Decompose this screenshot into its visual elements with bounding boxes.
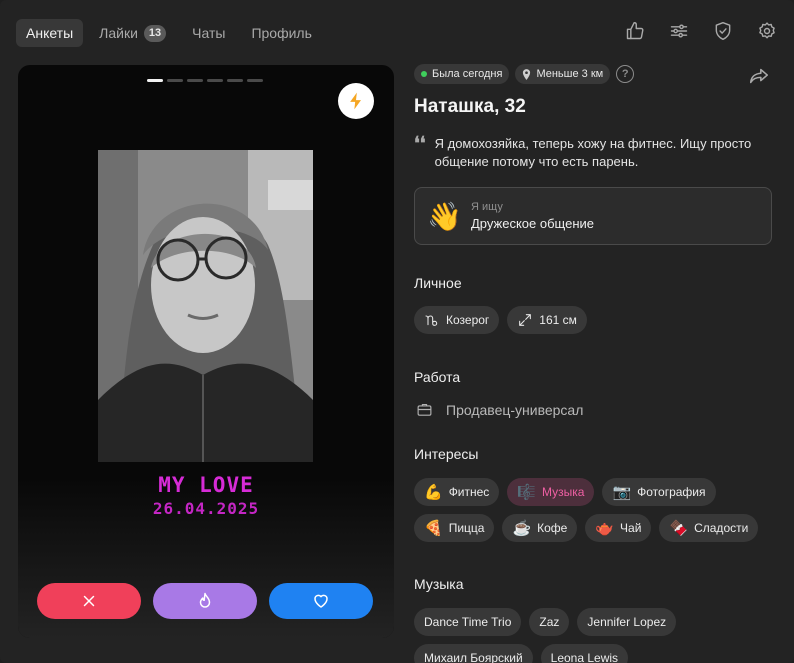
interest-emoji-icon: 🎼 [517,483,536,501]
dislike-button[interactable] [37,583,141,619]
close-icon [83,595,95,607]
music-tags: Dance Time Trio Zaz Jennifer Lopez Михаи… [414,608,714,663]
interest-emoji-icon: 🍕 [424,519,443,537]
interest-tag: 💪 Фитнес [414,478,500,506]
swipe-actions [37,583,373,619]
music-artist-tag: Jennifer Lopez [577,608,677,636]
tab-chats[interactable]: Чаты [182,19,235,47]
work-value: Продавец-универсал [446,401,584,418]
section-title-personal: Личное [414,275,462,291]
profile-photo [98,150,313,462]
interest-tag: 📷 Фотография [602,478,716,506]
photo-dot[interactable] [247,79,263,82]
tab-label: Анкеты [26,25,74,41]
interest-tag-matched: 🎼 Музыка [507,478,595,506]
section-title-interests: Интересы [414,446,479,462]
app-window: Анкеты Лайки 13 Чаты Профиль MY LOVE 26.… [0,0,794,663]
interest-tag: 🫖 Чай [585,514,652,542]
bio-text: Я домохозяйка, теперь хожу на фитнес. Ищ… [434,136,752,169]
photo-caption-title: MY LOVE [158,473,254,497]
tab-profile[interactable]: Профиль [241,19,321,47]
interest-label: Чай [620,521,642,535]
height-icon [519,314,532,326]
tab-label: Чаты [192,25,226,41]
interest-label: Сладости [694,521,749,535]
tab-ankety[interactable]: Анкеты [16,19,84,47]
interest-label: Фотография [637,485,706,499]
online-status-badge: Была сегодня [414,64,510,84]
profile-details: Была сегодня Меньше 3 км ? Наташка, 32 ❛… [414,63,776,663]
capricorn-icon [425,315,438,326]
gear-icon[interactable] [756,20,778,42]
tab-label: Лайки [99,25,138,41]
interest-tags: 💪 Фитнес 🎼 Музыка 📷 Фотография 🍕 Пицца ☕ Кофе… [414,478,764,542]
interest-label: Пицца [448,521,485,535]
help-icon[interactable]: ? [616,65,635,83]
photo-dot[interactable] [167,79,183,82]
profile-bio: ❛❛ Я домохозяйка, теперь хожу на фитнес.… [414,135,776,171]
thumb-up-icon[interactable] [624,20,646,42]
personal-tags: Козерог 161 см [414,306,587,334]
quote-icon: ❛❛ [414,133,426,154]
waving-hand-icon: 👋 [427,200,462,232]
distance-text: Меньше 3 км [536,68,604,80]
height-label: 161 см [539,313,577,327]
music-artist-tag: Leona Lewis [540,644,629,663]
profile-name: Наташка, 32 [414,96,526,117]
interest-tag: ☕ Кофе [502,514,578,542]
zodiac-tag: Козерог [414,306,500,334]
interest-tag: 🍕 Пицца [414,514,495,542]
briefcase-icon [417,403,432,416]
distance-badge: Меньше 3 км [515,64,611,84]
filters-icon[interactable] [668,20,690,42]
top-nav: Анкеты Лайки 13 Чаты Профиль [16,19,328,47]
interest-emoji-icon: ☕ [512,519,532,537]
tab-likes[interactable]: Лайки 13 [89,19,176,47]
flame-icon [199,592,211,608]
heart-icon [314,594,328,608]
interest-emoji-icon: 📷 [612,483,632,501]
location-pin-icon [522,68,531,80]
photo-caption-date: 26.04.2025 [152,499,260,518]
music-artist-tag: Михаил Боярский [414,644,533,663]
status-text: Была сегодня [432,68,503,80]
work-row: Продавец-универсал [416,401,583,418]
interest-emoji-icon: 💪 [424,483,443,501]
section-title-work: Работа [414,369,461,385]
photo-dot[interactable] [227,79,243,82]
photo-dot[interactable] [207,79,223,82]
interest-label: Фитнес [448,485,490,499]
photo-pagination [147,79,263,82]
interest-label: Кофе [537,521,568,535]
photo-dot[interactable] [187,79,203,82]
top-toolbar [624,20,778,42]
profile-photo-card[interactable]: MY LOVE 26.04.2025 [18,65,394,638]
section-title-music: Музыка [414,576,464,592]
interest-tag: 🍫 Сладости [659,514,759,542]
interest-label: Музыка [542,485,585,499]
likes-count-badge: 13 [143,24,167,42]
looking-for-label: Я ищу [471,201,503,213]
like-button[interactable] [269,583,373,619]
share-icon[interactable] [748,65,770,87]
photo-dot[interactable] [147,79,163,82]
interest-emoji-icon: 🍫 [669,519,689,537]
shield-check-icon[interactable] [712,20,734,42]
zodiac-label: Козерог [446,313,490,327]
music-artist-tag: Zaz [529,608,570,636]
interest-emoji-icon: 🫖 [595,519,615,537]
lightning-icon[interactable] [338,83,374,119]
online-dot-icon [421,71,427,77]
tab-label: Профиль [251,25,312,41]
height-tag: 161 см [507,306,587,334]
superlike-button[interactable] [153,583,257,619]
looking-for-card: 👋 Я ищу Дружеское общение [414,187,772,245]
status-row: Была сегодня Меньше 3 км ? [414,63,776,85]
looking-for-value: Дружеское общение [471,216,594,231]
music-artist-tag: Dance Time Trio [414,608,522,636]
